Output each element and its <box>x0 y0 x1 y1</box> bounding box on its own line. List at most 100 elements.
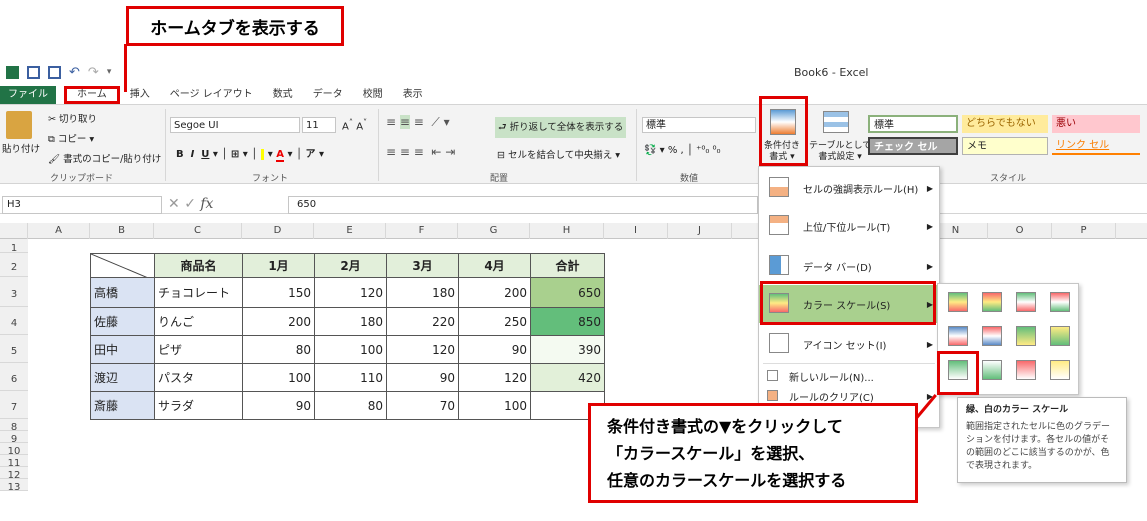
style-check-cell[interactable]: チェック セル <box>868 137 958 155</box>
format-as-table-button[interactable]: テーブルとして 書式設定 ▾ <box>809 141 871 163</box>
tab-page-layout[interactable]: ページ レイアウト <box>160 86 263 104</box>
menu-item-data-bar[interactable]: データ バー(D) ▶ <box>759 247 939 285</box>
table-value-cell[interactable]: 100 <box>458 391 531 420</box>
font-style-buttons[interactable]: B I U ▾ │ ⊞ ▾ │ ▾ A ▾ │ ア ▾ <box>176 145 324 162</box>
row-header[interactable]: 3 <box>0 277 28 307</box>
table-name-cell[interactable]: 佐藤 <box>90 307 155 336</box>
table-header-cell[interactable]: 合計 <box>530 253 605 278</box>
column-header[interactable]: A <box>28 223 90 239</box>
table-value-cell[interactable]: 150 <box>242 277 315 308</box>
table-value-cell[interactable]: 100 <box>314 335 387 364</box>
tab-file[interactable]: ファイル <box>0 86 56 104</box>
style-normal[interactable]: 標準 <box>868 115 958 133</box>
tab-formulas[interactable]: 数式 <box>263 86 303 104</box>
table-value-cell[interactable]: 90 <box>386 363 459 392</box>
table-product-cell[interactable]: サラダ <box>154 391 243 420</box>
style-neutral[interactable]: どちらでもない <box>962 115 1048 133</box>
row-header[interactable]: 6 <box>0 363 28 391</box>
table-header-cell[interactable]: 3月 <box>386 253 459 278</box>
column-header[interactable]: C <box>154 223 242 239</box>
table-value-cell[interactable]: 90 <box>458 335 531 364</box>
table-total-cell[interactable]: 390 <box>530 335 605 364</box>
color-scale-swatch[interactable] <box>948 326 968 346</box>
color-scale-swatch[interactable] <box>1050 360 1070 380</box>
name-box[interactable]: H3 <box>2 196 162 214</box>
table-header-cell[interactable]: 2月 <box>314 253 387 278</box>
table-product-cell[interactable]: りんご <box>154 307 243 336</box>
number-format-icons[interactable]: 💱 ▾ % , │ ⁺⁰₀ ⁰₀ <box>644 145 721 156</box>
table-value-cell[interactable]: 220 <box>386 307 459 336</box>
table-total-cell[interactable]: 420 <box>530 363 605 392</box>
table-value-cell[interactable]: 120 <box>458 363 531 392</box>
tab-review[interactable]: 校閲 <box>353 86 393 104</box>
table-value-cell[interactable]: 200 <box>458 277 531 308</box>
save-icon[interactable] <box>27 65 40 79</box>
table-name-cell[interactable]: 斎藤 <box>90 391 155 420</box>
row-header[interactable]: 5 <box>0 335 28 363</box>
customize-qat-icon[interactable]: ▾ <box>107 67 112 77</box>
style-bad[interactable]: 悪い <box>1052 115 1140 133</box>
color-scale-swatch[interactable] <box>1050 326 1070 346</box>
table-name-cell[interactable]: 高橋 <box>90 277 155 308</box>
column-header[interactable]: E <box>314 223 386 239</box>
row-header[interactable]: 8 <box>0 419 28 433</box>
copy-button[interactable]: ⧉ コピー ▾ <box>48 131 94 145</box>
paste-icon[interactable] <box>6 111 32 139</box>
row-header[interactable]: 10 <box>0 443 28 457</box>
format-painter-button[interactable]: 🖌 書式のコピー/貼り付け <box>48 151 161 165</box>
table-product-cell[interactable]: チョコレート <box>154 277 243 308</box>
table-header-cell[interactable]: 商品名 <box>154 253 243 278</box>
undo-icon[interactable]: ↶ <box>69 65 80 80</box>
table-corner-cell[interactable] <box>90 253 155 281</box>
table-name-cell[interactable]: 渡辺 <box>90 363 155 392</box>
table-value-cell[interactable]: 180 <box>386 277 459 308</box>
column-header[interactable]: B <box>90 223 154 239</box>
table-value-cell[interactable]: 90 <box>242 391 315 420</box>
merge-center-button[interactable]: ⊟ セルを結合して中央揃え ▾ <box>497 147 620 161</box>
column-header[interactable]: D <box>242 223 314 239</box>
font-name-select[interactable]: Segoe UI <box>170 117 300 133</box>
color-scale-swatch[interactable] <box>1050 292 1070 312</box>
table-total-cell[interactable]: 850 <box>530 307 605 336</box>
style-note[interactable]: メモ <box>962 137 1048 155</box>
table-value-cell[interactable]: 80 <box>314 391 387 420</box>
format-as-table-icon[interactable] <box>823 111 849 133</box>
column-header[interactable]: H <box>530 223 604 239</box>
tab-home[interactable]: ホーム <box>64 86 120 104</box>
row-header[interactable]: 1 <box>0 239 28 254</box>
horizontal-align-icons[interactable]: ≡ ≡ ≡ ⇤ ⇥ <box>386 145 455 159</box>
table-header-cell[interactable]: 1月 <box>242 253 315 278</box>
font-size-select[interactable]: 11 <box>302 117 336 133</box>
row-header[interactable]: 9 <box>0 431 28 445</box>
table-product-cell[interactable]: ピザ <box>154 335 243 364</box>
column-header[interactable]: O <box>988 223 1052 239</box>
tab-insert[interactable]: 挿入 <box>120 86 160 104</box>
number-format-select[interactable]: 標準 <box>642 117 756 133</box>
menu-item-top-bottom[interactable]: 上位/下位ルール(T) ▶ <box>759 207 939 245</box>
column-header[interactable]: P <box>1052 223 1116 239</box>
vertical-align-icons[interactable]: ≡ ≡ ≡ ⟋ ▾ <box>386 115 450 130</box>
color-scale-swatch[interactable] <box>1016 292 1036 312</box>
color-scale-swatch[interactable] <box>1016 326 1036 346</box>
table-total-cell[interactable]: 650 <box>530 277 605 308</box>
color-scale-swatch[interactable] <box>982 360 1002 380</box>
table-value-cell[interactable]: 200 <box>242 307 315 336</box>
cut-button[interactable]: ✂ 切り取り <box>48 111 97 125</box>
color-scale-swatch[interactable] <box>1016 360 1036 380</box>
cancel-icon[interactable]: ✕ <box>168 196 180 212</box>
font-grow-icon[interactable]: A˄ A˅ <box>342 117 367 132</box>
color-scale-swatch[interactable] <box>982 292 1002 312</box>
color-scale-swatch[interactable] <box>948 292 968 312</box>
table-value-cell[interactable]: 180 <box>314 307 387 336</box>
table-header-cell[interactable]: 4月 <box>458 253 531 278</box>
table-value-cell[interactable]: 70 <box>386 391 459 420</box>
select-all-corner[interactable] <box>0 223 28 239</box>
tab-view[interactable]: 表示 <box>393 86 433 104</box>
fx-icon[interactable]: fx <box>200 196 213 212</box>
column-header[interactable]: F <box>386 223 458 239</box>
column-header[interactable]: J <box>668 223 732 239</box>
row-header[interactable]: 12 <box>0 467 28 481</box>
table-value-cell[interactable]: 250 <box>458 307 531 336</box>
formula-input[interactable]: 650 <box>288 196 758 214</box>
table-name-cell[interactable]: 田中 <box>90 335 155 364</box>
